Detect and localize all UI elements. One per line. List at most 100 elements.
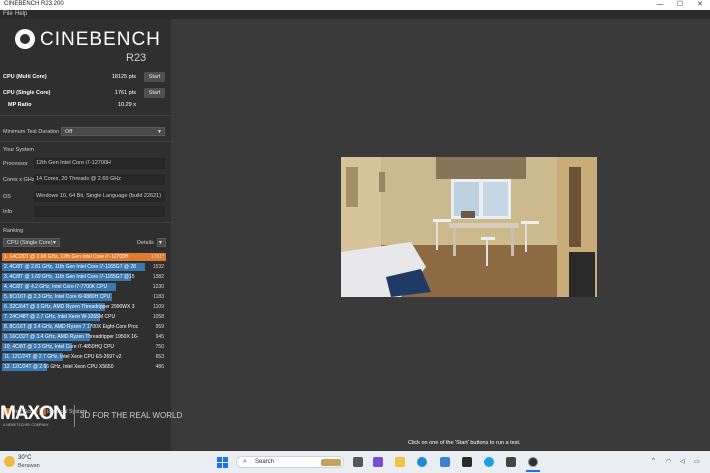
search-highlight-icon	[321, 459, 341, 466]
ranking-label: 6. 32C/64T @ 3 GHz, AMD Ryzen Threadripp…	[4, 304, 135, 310]
photos-icon[interactable]	[506, 457, 516, 467]
volume-icon[interactable]: ◁	[680, 458, 685, 465]
minimize-button[interactable]: —	[650, 0, 670, 10]
taskbar-search[interactable]: ⌕ Search	[236, 456, 344, 468]
ranking-row[interactable]: 1. 14C/20T @ 2.69 GHz, 12th Gen Intel Co…	[2, 253, 166, 261]
active-app-indicator	[526, 470, 540, 472]
multi-core-score: 18125 pts	[111, 74, 136, 80]
ranking-score: 1382	[152, 274, 164, 280]
cortana-icon[interactable]	[484, 457, 494, 467]
ranking-row[interactable]: 6. 32C/64T @ 3 GHz, AMD Ryzen Threadripp…	[2, 303, 166, 311]
single-core-score: 1761 pts	[114, 90, 136, 96]
ranking-label: 8. 8C/16T @ 3.4 GHz, AMD Ryzen 7 1700X E…	[4, 324, 139, 330]
ranking-heading: Ranking	[3, 228, 24, 234]
windows-taskbar: 30°C Berawan ⌕ Search ^ ◠ ◁ ▭	[0, 451, 710, 473]
chevron-down-icon: ▼	[52, 240, 57, 246]
render-preview-image	[341, 157, 597, 297]
weather-icon[interactable]	[4, 456, 15, 467]
chevron-down-icon: ▼	[158, 240, 163, 246]
mp-ratio-value: 10.29 x	[117, 102, 136, 108]
windows-start-icon[interactable]	[217, 457, 228, 468]
close-button[interactable]: ✕	[690, 0, 710, 10]
cores-label: Cores x GHz	[3, 177, 35, 183]
ranking-label: 10. 4C/8T @ 2.3 GHz, Intel Core i7-4850H…	[4, 344, 115, 350]
min-duration-label: Minimum Test Duration	[3, 129, 60, 135]
ranking-score: 945	[155, 334, 164, 340]
ranking-score: 653	[155, 354, 164, 360]
menu-bar: File Help	[0, 10, 710, 19]
ranking-label: 3. 4C/8T @ 1.69 GHz, 11th Gen Intel Core…	[4, 274, 135, 280]
cores-value: 14 Cores, 20 Threads @ 2.69 GHz	[34, 174, 165, 185]
maximize-button[interactable]: ☐	[670, 0, 690, 10]
store-icon[interactable]	[440, 457, 450, 467]
ranking-row[interactable]: 11. 12C/24T @ 2.7 GHz, Intel Xeon CPU E5…	[2, 353, 166, 361]
ranking-row[interactable]: 12. 12C/24T @ 2.66 GHz, Intel Xeon CPU X…	[2, 363, 166, 371]
your-system-heading: Your System	[3, 147, 34, 153]
ranking-label: 2. 4C/8T @ 2.81 GHz, 11th Gen Intel Core…	[4, 264, 136, 270]
weather-temp[interactable]: 30°C	[18, 455, 31, 461]
processor-value: 12th Gen Intel Core i7-12700H	[34, 158, 165, 169]
ranking-row[interactable]: 9. 16C/32T @ 3.4 GHz, AMD Ryzen Threadri…	[2, 333, 166, 341]
menu-file[interactable]: File	[3, 11, 13, 17]
tray-chevron-icon[interactable]: ^	[652, 458, 655, 464]
maxon-subtitle: A NEMETSCHEK COMPANY	[3, 423, 49, 427]
ranking-row[interactable]: 10. 4C/8T @ 2.3 GHz, Intel Core i7-4850H…	[2, 343, 166, 351]
chat-icon[interactable]	[373, 457, 383, 467]
chevron-down-icon: ▼	[157, 129, 162, 135]
info-field[interactable]	[34, 206, 165, 217]
ranking-score: 1109	[153, 304, 164, 310]
details-dropdown[interactable]: ▼	[157, 238, 166, 247]
brand-tagline: 3D FOR THE REAL WORLD	[80, 411, 183, 420]
ranking-score: 1058	[152, 314, 164, 320]
ranking-score: 1761*	[150, 254, 164, 260]
ranking-score: 959	[155, 324, 164, 330]
ranking-row[interactable]: 2. 4C/8T @ 2.81 GHz, 11th Gen Intel Core…	[2, 263, 166, 271]
battery-icon[interactable]: ▭	[694, 458, 700, 465]
ranking-label: 9. 16C/32T @ 3.4 GHz, AMD Ryzen Threadri…	[4, 334, 139, 340]
window-title: CINEBENCH R23.200	[4, 1, 64, 7]
ranking-score: 486	[155, 364, 164, 370]
details-label[interactable]: Details	[137, 240, 154, 246]
search-placeholder: Search	[255, 459, 275, 465]
app-version: R23	[126, 52, 147, 64]
mp-ratio-label: MP Ratio	[8, 102, 32, 108]
wifi-icon[interactable]: ◠	[666, 458, 671, 465]
single-core-label: CPU (Single Core)	[3, 90, 51, 96]
edge-icon[interactable]	[417, 457, 427, 467]
ranking-score: 750	[155, 344, 164, 350]
ranking-row[interactable]: 5. 8C/16T @ 2.3 GHz, Intel Core i9-9880H…	[2, 293, 166, 301]
multi-core-start-button[interactable]: Start	[144, 72, 165, 82]
ranking-row[interactable]: 7. 24C/48T @ 2.7 GHz, Intel Xeon W-3265M…	[2, 313, 166, 321]
maxon-logo: MAXON	[0, 403, 67, 424]
os-value: Windows 10, 64 Bit, Single Language (bui…	[34, 191, 165, 202]
ranking-filter-value: CPU (Single Core)	[7, 240, 53, 246]
os-label: OS	[3, 194, 11, 200]
min-duration-value: Off	[65, 129, 73, 135]
task-view-icon[interactable]	[353, 457, 363, 467]
cinebench-icon[interactable]	[528, 457, 538, 467]
single-core-start-button[interactable]: Start	[144, 88, 165, 98]
ranking-label: 11. 12C/24T @ 2.7 GHz, Intel Xeon CPU E5…	[4, 354, 122, 360]
ranking-label: 1. 14C/20T @ 2.69 GHz, 12th Gen Intel Co…	[4, 254, 129, 260]
ranking-score: 1183	[153, 294, 164, 300]
terminal-icon[interactable]	[462, 457, 472, 467]
ranking-row[interactable]: 4. 4C/8T @ 4.2 GHz, Intel Core i7-7700K …	[2, 283, 166, 291]
file-explorer-icon[interactable]	[395, 457, 405, 467]
cinebench-logo-icon	[15, 29, 35, 49]
ranking-label: 7. 24C/48T @ 2.7 GHz, Intel Xeon W-3265M…	[4, 314, 116, 320]
info-label: Info	[3, 209, 13, 215]
ranking-row[interactable]: 3. 4C/8T @ 1.69 GHz, 11th Gen Intel Core…	[2, 273, 166, 281]
ranking-filter-select[interactable]: CPU (Single Core) ▼	[3, 238, 60, 247]
app-logo-text: CINEBENCH	[40, 29, 161, 50]
title-bar: CINEBENCH R23.200 — ☐ ✕	[0, 0, 710, 10]
weather-desc[interactable]: Berawan	[18, 463, 40, 469]
ranking-score: 1230	[152, 284, 164, 290]
ranking-label: 4. 4C/8T @ 4.2 GHz, Intel Core i7-7700K …	[4, 284, 108, 290]
ranking-row[interactable]: 8. 8C/16T @ 3.4 GHz, AMD Ryzen 7 1700X E…	[2, 323, 166, 331]
left-panel: CINEBENCH R23 CPU (Multi Core) 18125 pts…	[0, 19, 171, 451]
start-hint-text: Click on one of the 'Start' buttons to r…	[408, 440, 521, 446]
search-icon: ⌕	[243, 458, 247, 465]
menu-help[interactable]: Help	[15, 11, 27, 17]
min-duration-select[interactable]: Off ▼	[61, 127, 165, 136]
ranking-label: 5. 8C/16T @ 2.3 GHz, Intel Core i9-9880H…	[4, 294, 111, 300]
